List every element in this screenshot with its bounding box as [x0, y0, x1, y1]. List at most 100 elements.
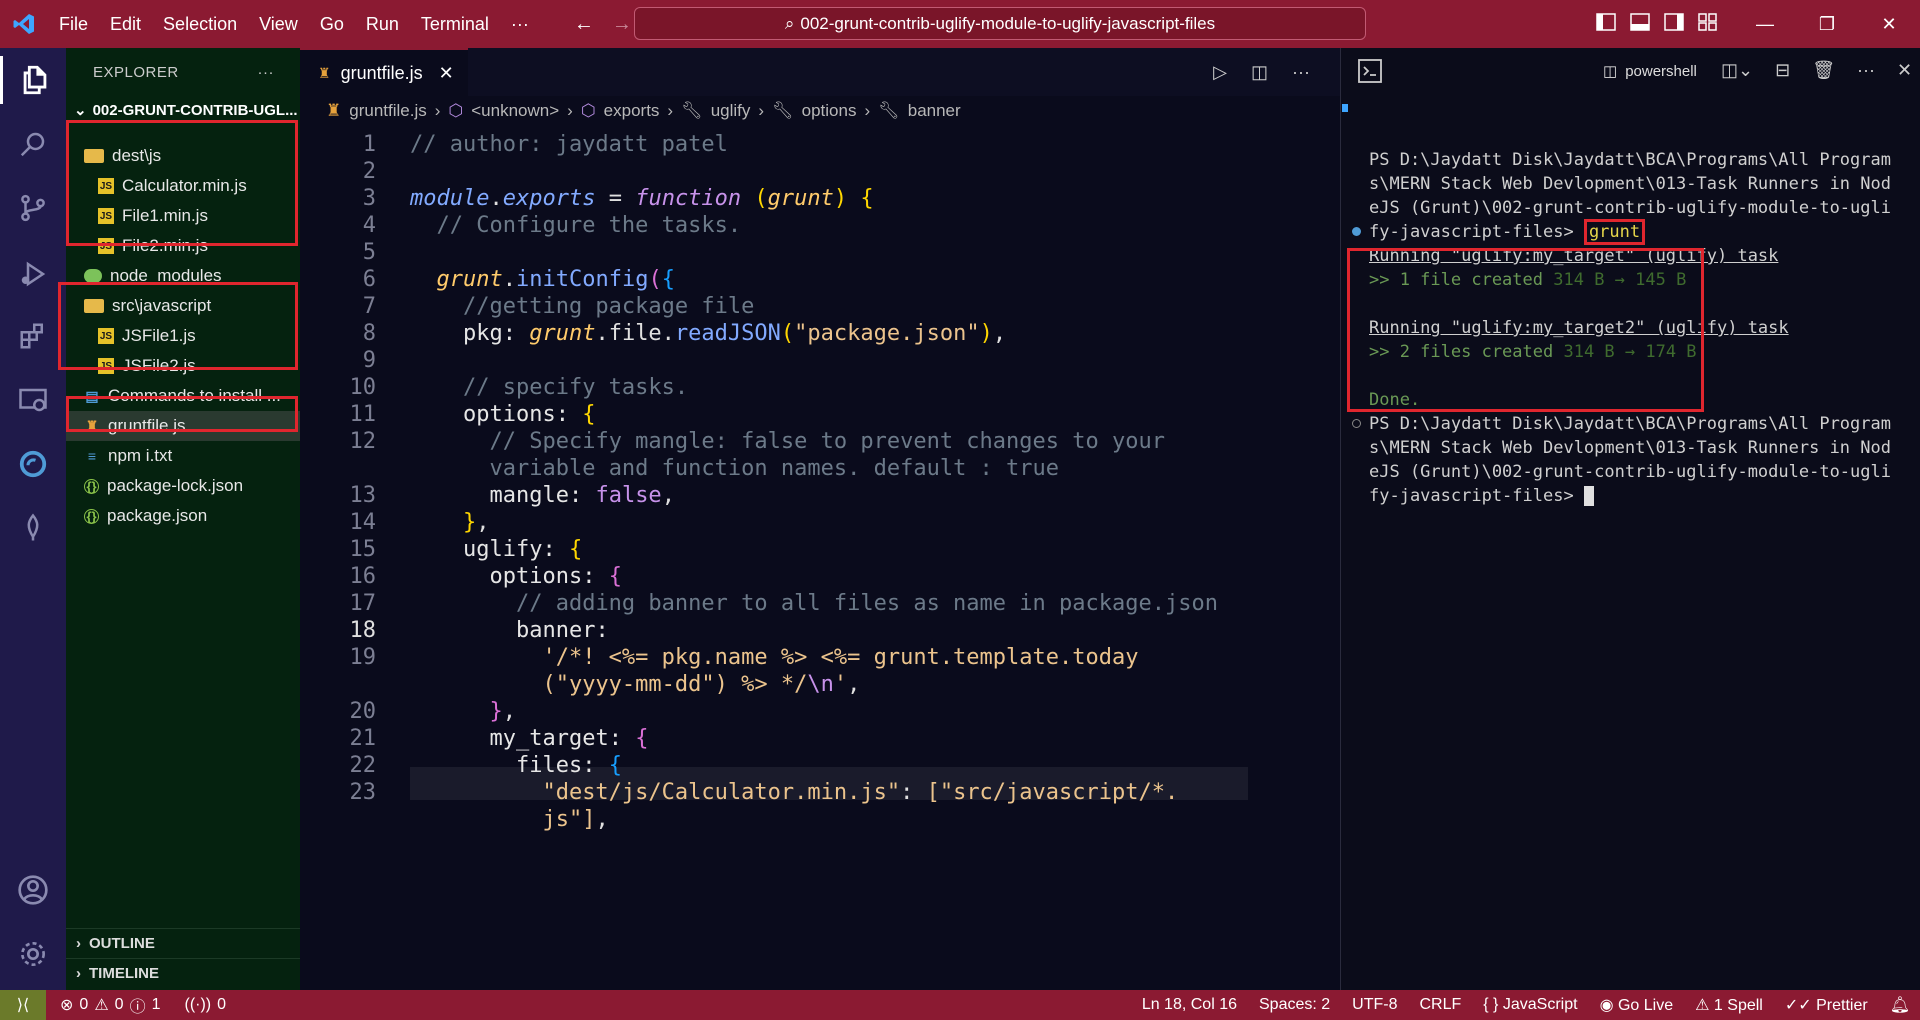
- code-line: // Specify mangle: false to prevent chan…: [489, 429, 1165, 454]
- menu-more[interactable]: ···: [500, 0, 540, 48]
- spell-check[interactable]: ⚠ 1 Spell: [1695, 995, 1763, 1015]
- terminal-panel[interactable]: ◫ powershell ◫⌄ ⊟ 🗑︎ ··· ✕ PS D:\Jaydatt…: [1340, 48, 1920, 990]
- tree-item-label: package-lock.json: [107, 476, 244, 495]
- accounts-icon[interactable]: [13, 870, 53, 910]
- breadcrumb-item[interactable]: banner: [908, 101, 961, 121]
- code-line: },: [489, 699, 516, 724]
- menu-file[interactable]: File: [48, 0, 99, 48]
- chevron-right-icon: ›: [667, 101, 674, 120]
- mongodb-leaf-icon[interactable]: [13, 508, 53, 548]
- settings-gear-icon[interactable]: [13, 934, 53, 974]
- chevron-right-icon: ›: [864, 101, 871, 120]
- close-tab-icon[interactable]: ✕: [439, 63, 454, 84]
- line-number: 16: [349, 564, 377, 589]
- menu-run[interactable]: Run: [355, 0, 410, 48]
- info-icon: ⓘ: [129, 999, 146, 1016]
- breadcrumb-item[interactable]: options: [802, 101, 857, 121]
- more-actions-icon[interactable]: ···: [1292, 62, 1310, 83]
- line-number: 19: [349, 645, 377, 670]
- highlight-box-gruntfile: [66, 396, 298, 432]
- extensions-icon[interactable]: [13, 316, 53, 356]
- menu-view[interactable]: View: [248, 0, 309, 48]
- chevron-down-icon: ⌄: [74, 102, 87, 119]
- code-line: "dest/js/Calculator.min.js": ["src/javas…: [542, 780, 1179, 805]
- timeline-section[interactable]: › TIMELINE: [66, 958, 300, 988]
- menu-selection[interactable]: Selection: [152, 0, 248, 48]
- run-file-icon[interactable]: ▷: [1213, 62, 1227, 83]
- line-number: 14: [349, 510, 377, 535]
- code-line: },: [462, 510, 490, 535]
- toggle-secondary-sidebar-icon[interactable]: [1664, 12, 1684, 36]
- back-arrow-icon[interactable]: ←: [574, 13, 594, 36]
- line-number: 7: [362, 294, 376, 319]
- notifications-bell-icon[interactable]: 🔔︎: [1890, 995, 1910, 1015]
- terminal-shell-selector[interactable]: ◫ powershell: [1603, 62, 1697, 81]
- error-icon: ⊗: [60, 997, 74, 1014]
- menu-terminal[interactable]: Terminal: [410, 0, 500, 48]
- line-number: 6: [362, 267, 376, 292]
- code-line: //getting package file: [462, 294, 755, 319]
- maximize-panel-icon[interactable]: ⊟: [1775, 60, 1790, 81]
- menu-edit[interactable]: Edit: [99, 0, 152, 48]
- edge-devtools-icon[interactable]: [13, 444, 53, 484]
- breadcrumb-item[interactable]: <unknown>: [471, 101, 559, 121]
- menu-go[interactable]: Go: [309, 0, 355, 48]
- line-number: 4: [362, 213, 376, 238]
- encoding[interactable]: UTF-8: [1352, 996, 1397, 1014]
- shell-name: powershell: [1625, 62, 1697, 80]
- minimize-icon[interactable]: —: [1734, 14, 1796, 35]
- wrench-icon: 🔧︎: [681, 101, 703, 120]
- explorer-more-actions[interactable]: ···: [258, 64, 275, 81]
- restore-icon[interactable]: ❐: [1796, 14, 1858, 35]
- breadcrumb-item[interactable]: gruntfile.js: [349, 101, 426, 121]
- toggle-panel-icon[interactable]: [1630, 12, 1650, 36]
- forward-arrow-icon[interactable]: →: [612, 13, 632, 36]
- trash-icon[interactable]: 🗑︎: [1812, 60, 1835, 81]
- breadcrumb-item[interactable]: uglify: [711, 101, 751, 121]
- tree-item-label: package.json: [107, 506, 208, 525]
- cursor-position[interactable]: Ln 18, Col 16: [1142, 996, 1237, 1014]
- tree-item-package-lock-json[interactable]: {} package-lock.json: [66, 471, 300, 501]
- explorer-title: EXPLORER: [93, 63, 179, 81]
- line-number: 13: [349, 483, 377, 508]
- problems-indicator[interactable]: ⊗ 0 ⚠ 0 ⓘ 1: [60, 993, 160, 1017]
- line-number: 15: [349, 537, 377, 562]
- code-line: module.exports = function (grunt) {: [410, 186, 874, 211]
- command-center-label: 002-grunt-contrib-uglify-module-to-uglif…: [800, 13, 1216, 33]
- code-editor[interactable]: 1 2 3 4 5 6 7 8 9 10 11 12 13 14 15 16 17 18 19 20 21 22 23 //…: [300, 126, 1340, 990]
- ports-indicator[interactable]: ((·)) 0: [184, 996, 226, 1014]
- close-panel-icon[interactable]: ✕: [1897, 60, 1912, 81]
- code-line: mangle: false,: [489, 483, 675, 508]
- remote-explorer-icon[interactable]: [13, 380, 53, 420]
- remote-indicator-icon[interactable]: ⟩⟨: [0, 990, 46, 1020]
- split-editor-icon[interactable]: ◫: [1251, 62, 1268, 83]
- indentation[interactable]: Spaces: 2: [1259, 996, 1330, 1014]
- terminal-icon[interactable]: [1357, 58, 1383, 89]
- warning-icon: ⚠: [94, 997, 109, 1014]
- language-mode[interactable]: { } JavaScript: [1483, 996, 1577, 1014]
- tree-item-package-json[interactable]: {} package.json: [66, 501, 300, 531]
- tab-gruntfile-js[interactable]: ♜ gruntfile.js ✕: [300, 48, 468, 96]
- end-of-line[interactable]: CRLF: [1419, 996, 1461, 1014]
- explorer-icon[interactable]: [0, 56, 66, 104]
- terminal-scroll-marker: [1342, 104, 1348, 112]
- code-line: // Configure the tasks.: [436, 213, 742, 238]
- more-actions-icon[interactable]: ···: [1857, 60, 1875, 81]
- outline-section[interactable]: › OUTLINE: [66, 928, 300, 958]
- highlight-box-src: [58, 282, 298, 370]
- run-debug-icon[interactable]: [13, 254, 53, 294]
- search-icon[interactable]: [13, 124, 53, 164]
- breadcrumb-item[interactable]: exports: [604, 101, 660, 121]
- code-line: // adding banner to all files as name in…: [515, 591, 1218, 616]
- command-center-search[interactable]: ⌕ 002-grunt-contrib-uglify-module-to-ugl…: [634, 7, 1366, 40]
- explorer-sidebar: EXPLORER ··· ⌄ 002-GRUNT-CONTRIB-UGL... …: [58, 48, 300, 990]
- tree-item-label: npm i.txt: [108, 446, 173, 465]
- tree-item-npm-i-txt[interactable]: ≡ npm i.txt: [66, 441, 300, 471]
- prettier-button[interactable]: ✓✓ Prettier: [1785, 995, 1868, 1015]
- close-window-icon[interactable]: ✕: [1858, 14, 1920, 35]
- customize-layout-icon[interactable]: [1698, 12, 1718, 36]
- go-live-button[interactable]: ◉ Go Live: [1600, 995, 1674, 1015]
- toggle-primary-sidebar-icon[interactable]: [1596, 12, 1616, 36]
- source-control-icon[interactable]: [13, 188, 53, 228]
- split-panel-icon[interactable]: ◫⌄: [1721, 60, 1753, 81]
